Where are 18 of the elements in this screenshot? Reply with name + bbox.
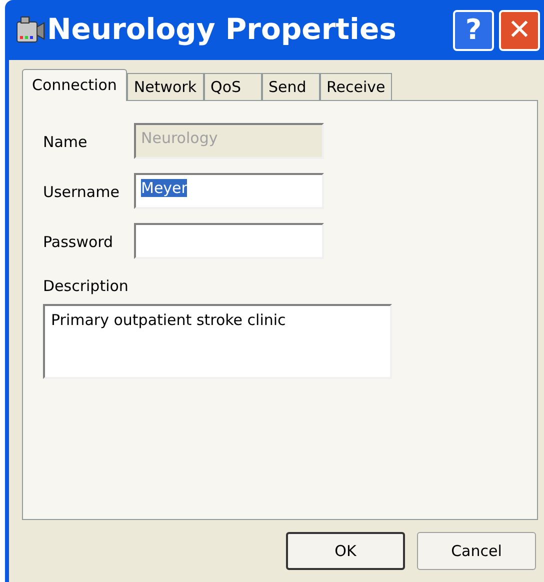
input-field[interactable]: Meyer <box>134 173 324 209</box>
cancel-button[interactable]: Cancel <box>417 532 536 570</box>
field-label: Name <box>43 132 88 154</box>
tab[interactable]: Connection <box>22 69 127 101</box>
help-button[interactable]: ? <box>453 10 494 50</box>
field-label: Username <box>43 182 120 204</box>
tab[interactable]: Network <box>126 73 204 100</box>
input-field[interactable] <box>134 223 324 259</box>
ok-button[interactable]: OK <box>286 532 405 570</box>
tab[interactable]: QoS <box>204 73 262 100</box>
description-field[interactable]: Primary outpatient stroke clinic <box>43 304 392 378</box>
field-label: Description <box>43 276 130 297</box>
field-label: Password <box>43 232 114 254</box>
camera-icon <box>15 16 45 44</box>
tab[interactable]: Receive <box>320 73 392 100</box>
tab[interactable]: Send <box>262 73 320 100</box>
window-title: Neurology Properties <box>47 11 396 48</box>
close-button[interactable]: ✕ <box>499 10 540 50</box>
